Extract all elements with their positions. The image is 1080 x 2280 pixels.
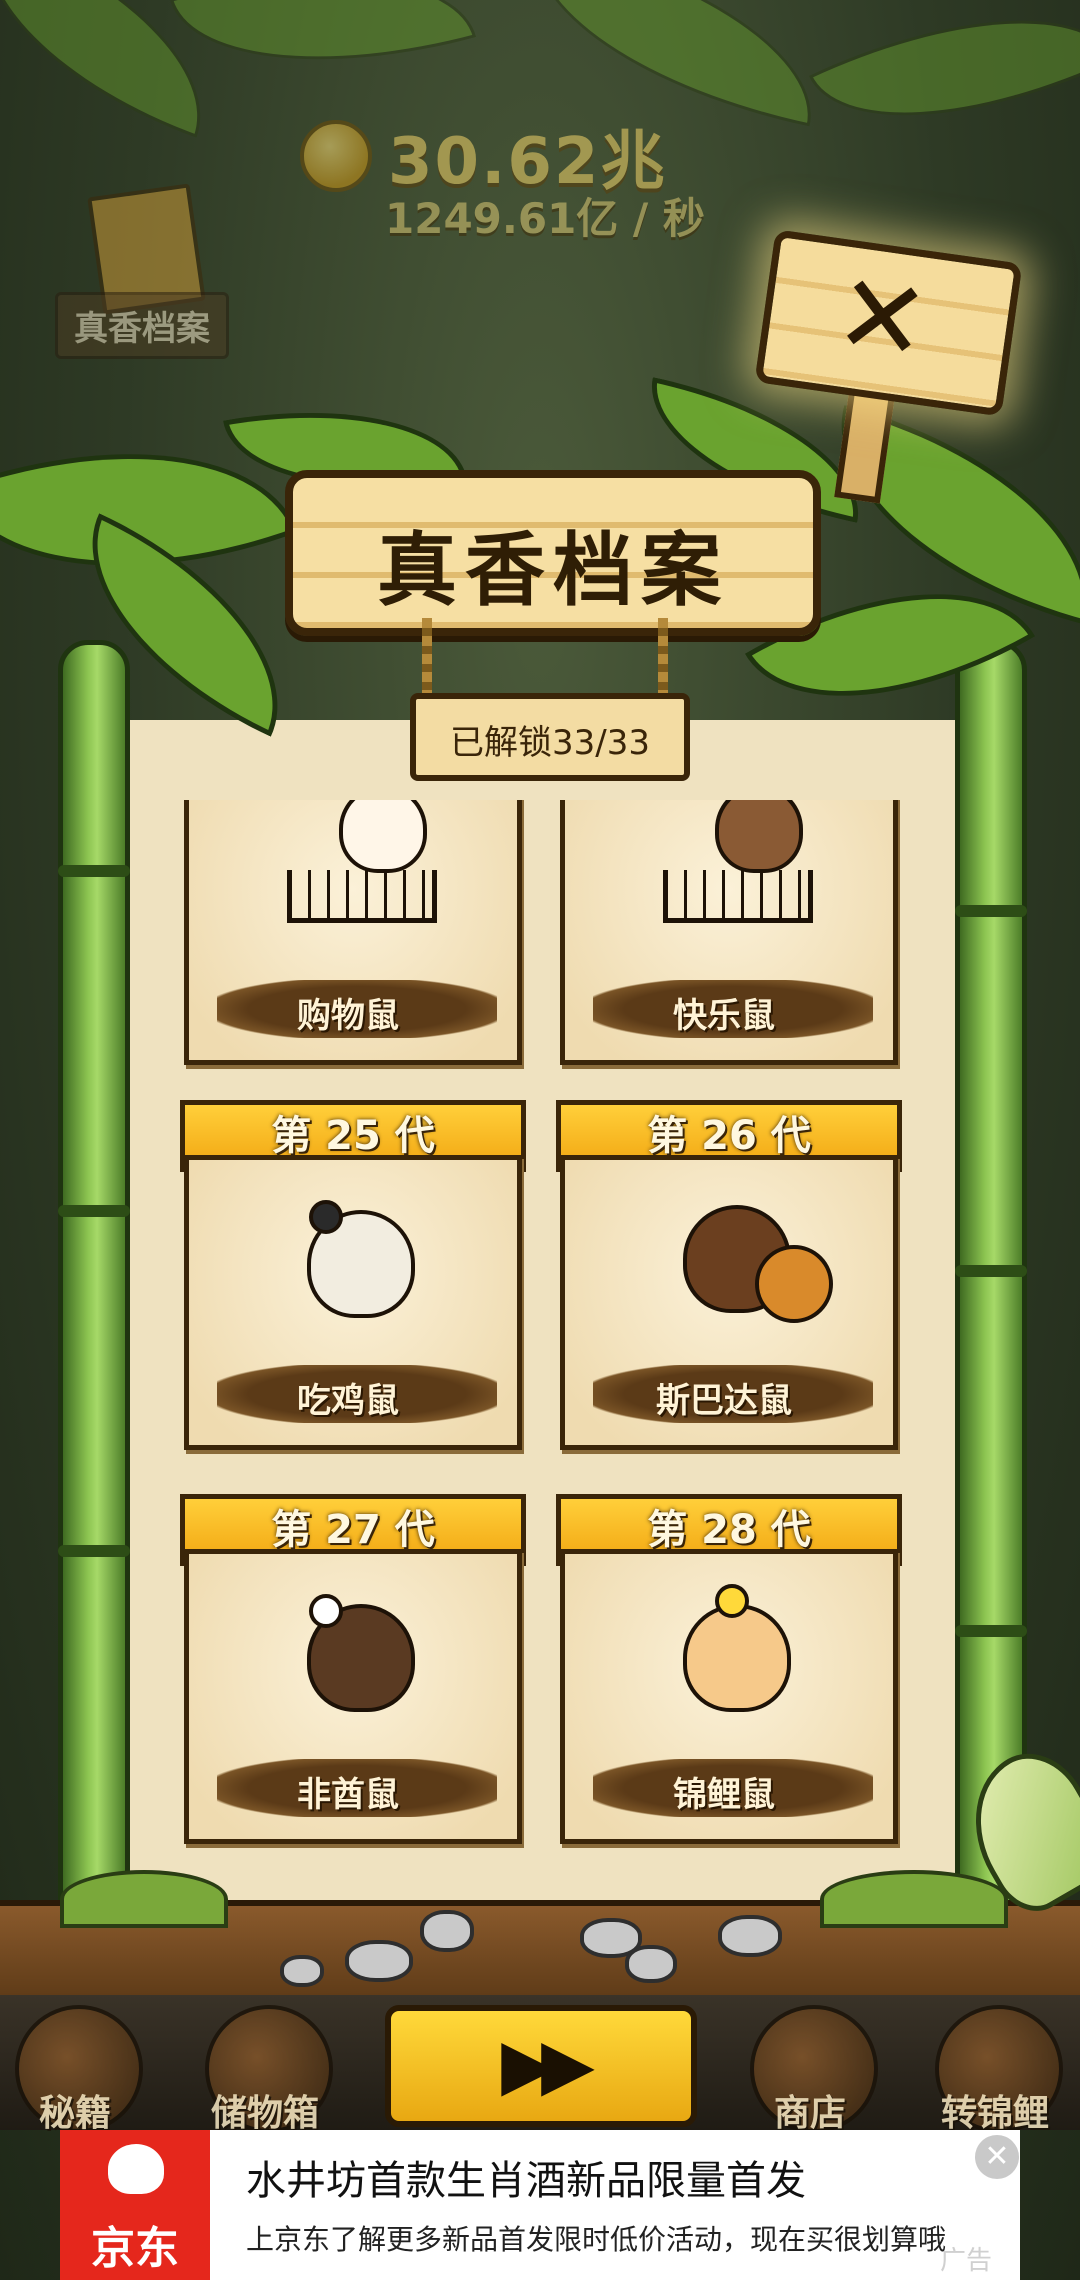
archive-card[interactable]: 第 27 代 非酋鼠 [180, 1494, 526, 1844]
background-archive-label: 真香档案 [55, 292, 229, 359]
mouse-character-icon [715, 800, 803, 873]
income-rate: 1249.61亿 / 秒 [385, 194, 705, 243]
card-name: 非酋鼠 [297, 1775, 399, 1815]
ad-banner[interactable]: 京东 水井坊首款生肖酒新品限量首发 上京东了解更多新品首发限时低价活动，现在买很… [60, 2130, 1020, 2280]
koi-crown-icon [715, 1584, 749, 1618]
ad-tag: 广告 [940, 2246, 993, 2276]
stone [625, 1945, 677, 1983]
nav-label: 储物箱 [210, 2093, 319, 2134]
jd-logo: 京东 [60, 2130, 210, 2280]
mouse-character-icon [339, 800, 427, 873]
coin-icon [300, 120, 372, 192]
nav-koi-button[interactable]: 转锦鲤 [920, 2005, 1070, 2134]
shield-icon [755, 1245, 833, 1323]
archive-title-plank: 真香档案 [285, 470, 821, 636]
ad-subtitle: 上京东了解更多新品首发限时低价活动，现在买很划算哦 [246, 2223, 947, 2256]
grass-tuft [60, 1870, 228, 1928]
archive-card[interactable]: 购物鼠 [180, 800, 522, 1065]
archive-title: 真香档案 [377, 524, 729, 617]
stone [280, 1955, 324, 1987]
card-name: 购物鼠 [297, 996, 399, 1036]
helmet-icon [309, 1200, 343, 1234]
fast-forward-button[interactable]: ▶▶ [385, 2005, 697, 2127]
card-name: 斯巴达鼠 [656, 1381, 792, 1421]
jd-dog-icon [108, 2144, 164, 2194]
ad-title: 水井坊首款生肖酒新品限量首发 [246, 2158, 806, 2204]
archive-card[interactable]: 第 25 代 吃鸡鼠 [180, 1100, 526, 1450]
nav-shop-button[interactable]: 商店 [735, 2005, 885, 2134]
stone [345, 1940, 413, 1982]
bamboo-pole-right [955, 640, 1027, 1930]
archive-card[interactable]: 第 28 代 锦鲤鼠 [556, 1494, 902, 1844]
stone [420, 1910, 474, 1952]
nav-secrets-button[interactable]: 秘籍 [0, 2005, 150, 2134]
feather-headdress-icon [309, 1594, 343, 1628]
ad-brand: 京东 [91, 2223, 179, 2274]
archive-card[interactable]: 第 26 代 斯巴达鼠 [556, 1100, 902, 1450]
ad-close-button[interactable]: ✕ [975, 2135, 1019, 2179]
nav-label: 商店 [773, 2093, 846, 2134]
unlock-status: 已解锁33/33 [450, 723, 650, 763]
unlock-status-plank: 已解锁33/33 [410, 693, 690, 781]
nav-label: 转锦鲤 [940, 2093, 1049, 2134]
shopping-cart-icon [663, 870, 813, 923]
stone [718, 1915, 782, 1957]
card-name: 快乐鼠 [673, 996, 775, 1036]
fast-forward-icon: ▶▶ [501, 2023, 595, 2105]
nav-label: 秘籍 [38, 2093, 111, 2134]
shopping-cart-icon [287, 870, 437, 923]
bamboo-pole-left [58, 640, 130, 1930]
nav-storage-button[interactable]: 储物箱 [190, 2005, 340, 2134]
card-name: 锦鲤鼠 [673, 1775, 775, 1815]
mouse-character-icon [683, 1604, 791, 1712]
grass-tuft [820, 1870, 1008, 1928]
archive-card-grid[interactable]: 购物鼠 快乐鼠 第 25 代 吃鸡鼠 第 26 代 斯巴达鼠 第 27 代 非酋… [180, 800, 902, 1860]
archive-card[interactable]: 快乐鼠 [556, 800, 898, 1065]
card-name: 吃鸡鼠 [297, 1381, 399, 1421]
